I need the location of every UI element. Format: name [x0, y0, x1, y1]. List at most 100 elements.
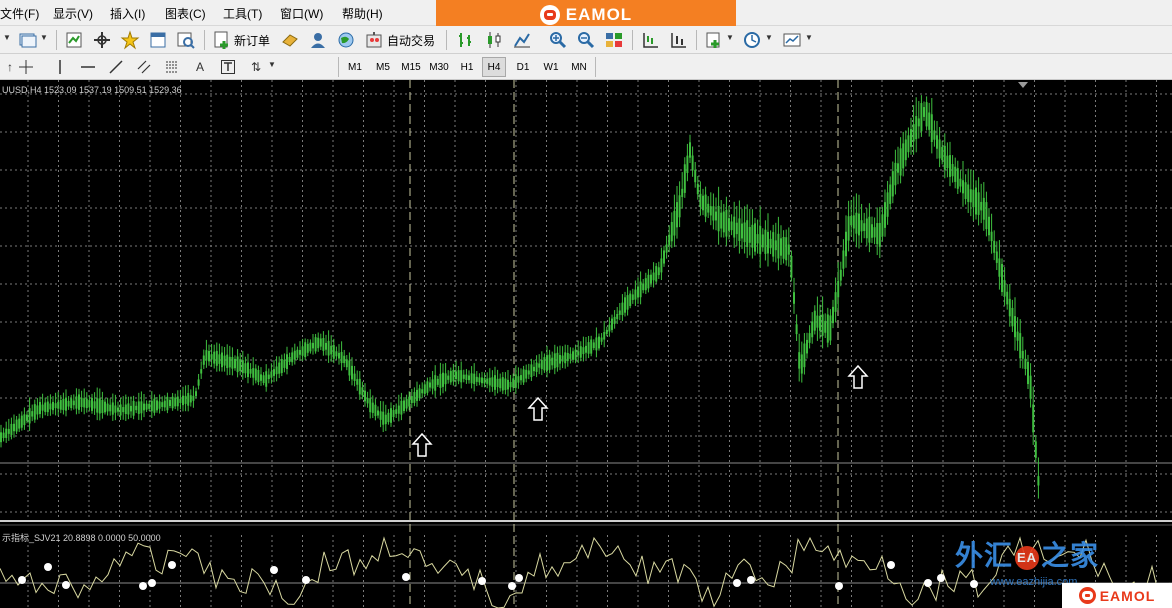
- toolbar-separator: [595, 57, 596, 77]
- timeframe-mn-button[interactable]: MN: [566, 57, 592, 77]
- candle-body: [829, 315, 832, 341]
- candle-body: [969, 189, 972, 203]
- auto-trading-icon[interactable]: [364, 30, 384, 50]
- menu-view[interactable]: 显示(V): [53, 5, 93, 22]
- arrows-icon[interactable]: ⇅: [246, 57, 266, 77]
- candle-body: [156, 400, 158, 411]
- templates-icon[interactable]: [782, 30, 802, 50]
- chevron-down-icon[interactable]: ▼: [40, 33, 48, 42]
- candle-body: [800, 354, 803, 374]
- candle-body: [46, 401, 49, 413]
- new-order-button[interactable]: 新订单: [234, 32, 270, 49]
- users-icon[interactable]: [308, 30, 328, 50]
- candle-body: [535, 362, 538, 372]
- candle-body: [1008, 298, 1011, 317]
- auto-trading-button[interactable]: 自动交易: [387, 32, 435, 49]
- zoom-out-icon[interactable]: [576, 30, 596, 50]
- menu-tools[interactable]: 工具(T): [223, 5, 262, 22]
- bar-chart-icon[interactable]: [456, 30, 476, 50]
- signal-dot: [402, 573, 410, 581]
- candle-body: [1014, 316, 1016, 338]
- candle-body: [564, 352, 567, 364]
- menu-insert[interactable]: 插入(I): [110, 5, 145, 22]
- candle-body: [657, 267, 660, 276]
- candle-body: [722, 211, 725, 233]
- candle-body: [483, 378, 486, 384]
- line-chart-icon[interactable]: [512, 30, 532, 50]
- equidistant-channel-icon[interactable]: [134, 57, 154, 77]
- candle-body: [1019, 333, 1022, 359]
- market-watch-icon[interactable]: [64, 30, 84, 50]
- vertical-line-icon[interactable]: [50, 57, 70, 77]
- chevron-down-icon[interactable]: ▼: [805, 33, 813, 42]
- candle-body: [462, 374, 465, 379]
- candle-body: [881, 214, 884, 237]
- tile-windows-icon[interactable]: [604, 30, 624, 50]
- chevron-down-icon[interactable]: ▼: [765, 33, 773, 42]
- timeframe-h1-button[interactable]: H1: [455, 57, 479, 77]
- menu-window[interactable]: 窗口(W): [280, 5, 323, 22]
- autoscroll-icon[interactable]: [668, 30, 688, 50]
- timeframe-w1-button[interactable]: W1: [539, 57, 563, 77]
- candlestick-icon[interactable]: [484, 30, 504, 50]
- chevron-down-icon[interactable]: ▼: [268, 60, 276, 69]
- crosshair-icon[interactable]: [16, 57, 36, 77]
- new-order-icon[interactable]: [212, 30, 232, 50]
- price-chart[interactable]: UUSD,H4 1523.09 1537.19 1509.51 1529.36 …: [0, 80, 1172, 608]
- candle-body: [735, 222, 738, 235]
- chevron-down-icon[interactable]: ▼: [3, 33, 11, 42]
- terminal-window-icon[interactable]: [148, 30, 168, 50]
- fibonacci-icon[interactable]: [162, 57, 182, 77]
- experts-icon[interactable]: [280, 30, 300, 50]
- menu-file[interactable]: 文件(F): [0, 5, 39, 22]
- globe-icon[interactable]: [336, 30, 356, 50]
- candle-body: [884, 202, 886, 228]
- trendline-icon[interactable]: [106, 57, 126, 77]
- menu-chart[interactable]: 图表(C): [165, 5, 206, 22]
- candle-body: [512, 378, 515, 388]
- candle-body: [234, 358, 236, 369]
- candle-body: [876, 223, 879, 245]
- chevron-down-icon[interactable]: ▼: [726, 33, 734, 42]
- candle-body: [644, 278, 647, 291]
- candle-body: [811, 321, 814, 338]
- timeframe-m30-button[interactable]: M30: [426, 57, 452, 77]
- candle-body: [119, 404, 122, 416]
- candle-body: [197, 379, 200, 386]
- profiles-icon[interactable]: [18, 30, 38, 50]
- candle-body: [681, 188, 684, 197]
- standard-toolbar: ▼ ▼ 新订单 自动交易 ▼ ▼ ▼: [0, 26, 1172, 54]
- indicators-icon[interactable]: [704, 30, 724, 50]
- chart-shift-icon[interactable]: [640, 30, 660, 50]
- signal-dot: [515, 574, 523, 582]
- candle-body: [124, 404, 127, 415]
- horizontal-line-icon[interactable]: [78, 57, 98, 77]
- navigator-star-icon[interactable]: [120, 30, 140, 50]
- signal-dot: [924, 579, 932, 587]
- candle-body: [699, 193, 702, 207]
- text-label-icon[interactable]: [218, 57, 238, 77]
- signal-dot: [747, 576, 755, 584]
- menu-help[interactable]: 帮助(H): [342, 5, 383, 22]
- brand-mini-watermark: EAMOL: [1062, 583, 1172, 608]
- candle-body: [1003, 280, 1006, 297]
- candle-body: [309, 342, 312, 352]
- candle-body: [725, 209, 728, 237]
- text-icon[interactable]: A: [190, 57, 210, 77]
- timeframe-m5-button[interactable]: M5: [371, 57, 395, 77]
- timeframe-h4-button[interactable]: H4: [482, 57, 506, 77]
- candle-body: [824, 320, 827, 333]
- signal-dot: [733, 579, 741, 587]
- candle-body: [912, 124, 915, 142]
- periods-clock-icon[interactable]: [742, 30, 762, 50]
- candle-body: [514, 374, 517, 388]
- candle-body: [933, 130, 936, 140]
- strategy-tester-icon[interactable]: [176, 30, 196, 50]
- timeframe-m15-button[interactable]: M15: [398, 57, 424, 77]
- timeframe-m1-button[interactable]: M1: [343, 57, 367, 77]
- zoom-in-icon[interactable]: [548, 30, 568, 50]
- crosshair-move-icon[interactable]: [92, 30, 112, 50]
- candle-body: [962, 180, 964, 194]
- candle-body: [728, 218, 730, 231]
- timeframe-d1-button[interactable]: D1: [511, 57, 535, 77]
